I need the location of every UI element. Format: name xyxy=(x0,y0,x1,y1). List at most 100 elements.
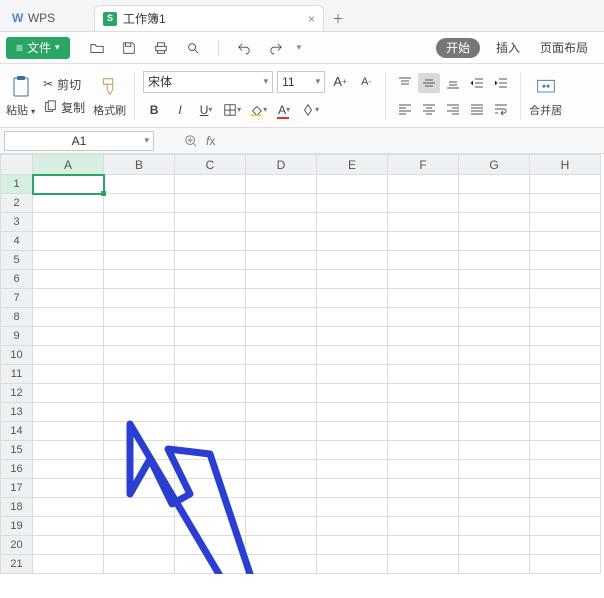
cell[interactable] xyxy=(530,498,601,517)
underline-icon[interactable]: U▾ xyxy=(195,99,217,121)
cell[interactable] xyxy=(388,365,459,384)
cell[interactable] xyxy=(246,308,317,327)
row-header[interactable]: 11 xyxy=(1,365,33,384)
cell[interactable] xyxy=(33,251,104,270)
cell[interactable] xyxy=(104,232,175,251)
row-header[interactable]: 2 xyxy=(1,194,33,213)
cell[interactable] xyxy=(530,403,601,422)
ribbon-tab-insert[interactable]: 插入 xyxy=(486,32,530,64)
row-header[interactable]: 13 xyxy=(1,403,33,422)
cell[interactable] xyxy=(459,555,530,574)
cell[interactable] xyxy=(33,365,104,384)
formula-input[interactable] xyxy=(223,131,404,151)
cell[interactable] xyxy=(104,213,175,232)
cell[interactable] xyxy=(246,327,317,346)
cell[interactable] xyxy=(104,194,175,213)
row-header[interactable]: 19 xyxy=(1,517,33,536)
cell[interactable] xyxy=(317,213,388,232)
cell[interactable] xyxy=(388,403,459,422)
cell[interactable] xyxy=(388,422,459,441)
font-name-combo[interactable]: 宋体 ▾ xyxy=(143,71,273,93)
row-header[interactable]: 6 xyxy=(1,270,33,289)
undo-icon[interactable] xyxy=(233,37,255,59)
cell[interactable] xyxy=(104,422,175,441)
cell[interactable] xyxy=(388,308,459,327)
column-header[interactable]: D xyxy=(246,155,317,175)
new-tab-button[interactable]: ＋ xyxy=(324,5,352,31)
name-box[interactable]: A1 ▾ xyxy=(4,131,154,151)
cell[interactable] xyxy=(459,536,530,555)
align-center-icon[interactable] xyxy=(418,99,440,119)
cell[interactable] xyxy=(104,327,175,346)
cell[interactable] xyxy=(175,536,246,555)
row-header[interactable]: 7 xyxy=(1,289,33,308)
cell[interactable] xyxy=(246,479,317,498)
cell[interactable] xyxy=(175,384,246,403)
cell[interactable] xyxy=(246,213,317,232)
cell[interactable] xyxy=(317,555,388,574)
cell[interactable] xyxy=(175,403,246,422)
cell[interactable] xyxy=(530,346,601,365)
cell[interactable] xyxy=(459,384,530,403)
cell[interactable] xyxy=(246,536,317,555)
cell[interactable] xyxy=(104,270,175,289)
cell[interactable] xyxy=(388,346,459,365)
cell[interactable] xyxy=(33,194,104,213)
cell[interactable] xyxy=(246,251,317,270)
decrease-font-icon[interactable]: A- xyxy=(355,71,377,93)
cell[interactable] xyxy=(246,270,317,289)
cell[interactable] xyxy=(33,555,104,574)
align-bottom-icon[interactable] xyxy=(442,73,464,93)
cell[interactable] xyxy=(388,194,459,213)
wps-home-tab[interactable]: W WPS xyxy=(4,5,94,31)
wrap-text-icon[interactable] xyxy=(490,99,512,119)
italic-icon[interactable]: I xyxy=(169,99,191,121)
cell[interactable] xyxy=(530,194,601,213)
cell[interactable] xyxy=(317,536,388,555)
row-header[interactable]: 5 xyxy=(1,251,33,270)
cell[interactable] xyxy=(175,555,246,574)
cell[interactable] xyxy=(388,232,459,251)
cell[interactable] xyxy=(317,384,388,403)
document-tab[interactable]: S 工作簿1 × xyxy=(94,5,324,31)
justify-icon[interactable] xyxy=(466,99,488,119)
cell[interactable] xyxy=(459,270,530,289)
cell[interactable] xyxy=(530,289,601,308)
cell[interactable] xyxy=(175,517,246,536)
cell[interactable] xyxy=(317,308,388,327)
cut-button[interactable]: ✂ 剪切 xyxy=(43,76,85,93)
cell[interactable] xyxy=(530,308,601,327)
row-header[interactable]: 10 xyxy=(1,346,33,365)
cell[interactable] xyxy=(459,441,530,460)
cell[interactable] xyxy=(246,175,317,194)
cell[interactable] xyxy=(246,555,317,574)
cell[interactable] xyxy=(33,175,104,194)
cell[interactable] xyxy=(33,213,104,232)
align-left-icon[interactable] xyxy=(394,99,416,119)
cell[interactable] xyxy=(175,194,246,213)
cell[interactable] xyxy=(33,384,104,403)
cell[interactable] xyxy=(246,232,317,251)
column-header[interactable]: B xyxy=(104,155,175,175)
cell[interactable] xyxy=(459,308,530,327)
column-header[interactable]: H xyxy=(530,155,601,175)
cell[interactable] xyxy=(33,536,104,555)
open-folder-icon[interactable] xyxy=(86,37,108,59)
cell[interactable] xyxy=(104,289,175,308)
cell[interactable] xyxy=(33,270,104,289)
cell[interactable] xyxy=(530,365,601,384)
cell[interactable] xyxy=(459,289,530,308)
cell[interactable] xyxy=(459,365,530,384)
cell[interactable] xyxy=(530,327,601,346)
column-header[interactable]: F xyxy=(388,155,459,175)
column-header[interactable]: G xyxy=(459,155,530,175)
cell[interactable] xyxy=(530,460,601,479)
cell[interactable] xyxy=(104,251,175,270)
cell[interactable] xyxy=(317,270,388,289)
cell[interactable] xyxy=(459,517,530,536)
cell[interactable] xyxy=(104,175,175,194)
cell[interactable] xyxy=(530,232,601,251)
redo-icon[interactable] xyxy=(265,37,287,59)
cell[interactable] xyxy=(388,251,459,270)
cell[interactable] xyxy=(388,270,459,289)
